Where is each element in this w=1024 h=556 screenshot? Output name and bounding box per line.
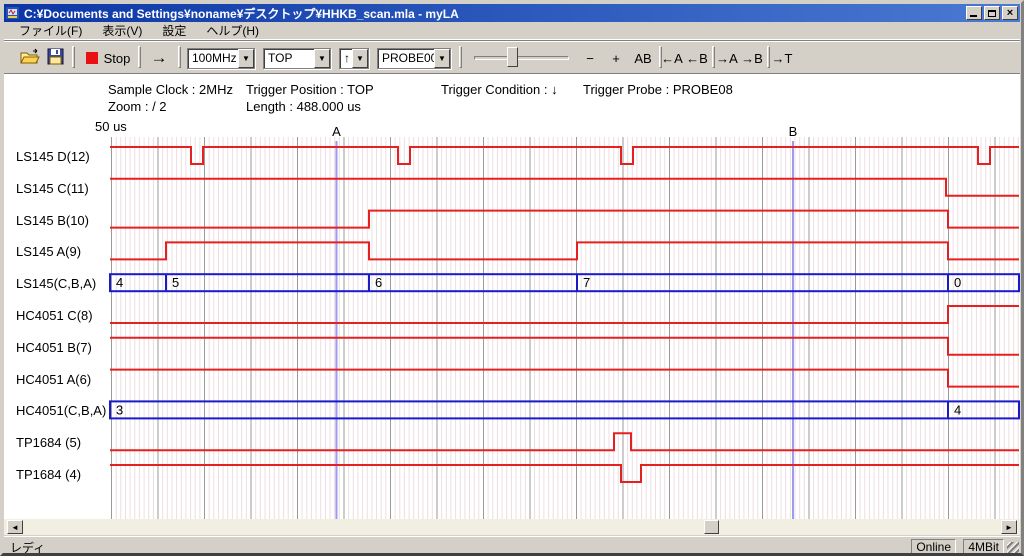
trigger-probe-select[interactable]: PROBE00▼ [377,48,451,69]
trigger-probe-select-value: PROBE00 [378,49,434,68]
sample-clock-select[interactable]: 100MHz▼ [187,48,255,69]
window-title: C:¥Documents and Settings¥noname¥デスクトップ¥… [24,5,964,22]
zoom-out-button[interactable]: − [578,47,602,69]
channel-label[interactable]: TP1684 (4) [16,467,81,482]
maximize-button[interactable] [984,6,1000,20]
channel-label[interactable]: TP1684 (5) [16,435,81,450]
resize-grip[interactable] [1007,542,1019,554]
time-scale-label: 50 us [95,119,127,134]
stop-button[interactable]: Stop [82,47,134,69]
status-online-badge: Online [911,539,956,554]
channel-label[interactable]: HC4051 B(7) [16,340,92,355]
goto-a-button[interactable]: →A [715,47,739,69]
trigger-position-select-value: TOP [264,49,314,68]
horizontal-scrollbar[interactable]: ◄ ► [4,519,1020,535]
minimize-button[interactable] [966,6,982,20]
app-window: C:¥Documents and Settings¥noname¥デスクトップ¥… [0,0,1024,556]
status-message: レディ [10,539,45,556]
close-icon: × [1007,8,1013,18]
bus-value: 0 [954,275,961,290]
bus-value: 6 [375,275,382,290]
chevron-down-icon[interactable]: ▼ [352,49,368,68]
sample-clock-select-value: 100MHz [188,49,238,68]
trigger-edge-select[interactable]: ↑▼ [339,48,369,69]
channel-label[interactable]: HC4051 C(8) [16,308,93,323]
stop-icon [86,52,98,64]
marker-b-label: B [789,124,798,139]
bus-value: 3 [116,402,123,417]
run-button[interactable]: → [146,47,172,69]
trigger-position-select[interactable]: TOP▼ [263,48,331,69]
scroll-right-button[interactable]: ► [1001,520,1017,534]
info-field: Trigger Probe : PROBE08 [583,82,733,97]
info-field: Sample Clock : 2MHz [108,82,233,97]
stop-label: Stop [104,51,131,66]
status-memory-badge: 4MBit [963,539,1004,554]
menu-view[interactable]: 表示(V) [95,21,149,40]
channel-label[interactable]: LS145 D(12) [16,149,90,164]
scrollbar-thumb[interactable] [704,520,719,534]
channel-label[interactable]: HC4051(C,B,A) [16,403,106,418]
status-bar: レディ Online 4MBit [4,536,1020,555]
waveform-client-area: 4 5 6 7 0 3 4 A B Sample Clock : 2MHz Trigger Pos… [4,73,1020,519]
zoom-slider-track[interactable] [474,56,569,60]
save-file-icon[interactable] [46,48,66,66]
title-bar[interactable]: C:¥Documents and Settings¥noname¥デスクトップ¥… [4,4,1020,22]
info-field: Zoom : / 2 [108,99,167,114]
toolbar-grip [72,46,75,68]
info-field: Trigger Condition : ↓ [441,82,558,97]
chevron-down-icon[interactable]: ▼ [314,49,330,68]
open-file-icon[interactable] [20,48,40,66]
channel-label[interactable]: LS145(C,B,A) [16,276,96,291]
goto-trigger-button[interactable]: →T [770,47,794,69]
chevron-down-icon[interactable]: ▼ [238,49,254,68]
zoom-ab-button[interactable]: AB [630,47,656,69]
bus-value: 4 [116,275,123,290]
bus-value: 5 [172,275,179,290]
zoom-in-button[interactable]: + [604,47,628,69]
minimize-icon [970,15,977,17]
info-field: Trigger Position : TOP [246,82,374,97]
menu-settings[interactable]: 設定 [155,21,193,40]
maximize-icon [988,10,996,17]
channel-label[interactable]: HC4051 A(6) [16,372,91,387]
toolbar: Stop → 100MHz▼TOP▼↑▼PROBE00▼−+AB←A←B→A→B… [4,40,1020,73]
goto-b-button[interactable]: →B [740,47,764,69]
bus-value: 4 [954,402,961,417]
zoom-slider-handle[interactable] [507,47,518,67]
app-icon [6,6,20,20]
menu-help[interactable]: ヘルプ(H) [199,21,266,40]
toolbar-grip [178,46,181,68]
toolbar-grip [138,46,141,68]
waveform-canvas[interactable]: 4 5 6 7 0 3 4 A B [4,74,1024,520]
bus-value: 7 [583,275,590,290]
channel-label[interactable]: LS145 B(10) [16,213,89,228]
info-field: Length : 488.000 us [246,99,361,114]
chevron-down-icon[interactable]: ▼ [434,49,450,68]
marker-a-label: A [332,124,341,139]
menu-bar: ファイル(F) 表示(V) 設定ヘルプ(H) [4,22,1020,40]
scroll-left-button[interactable]: ◄ [7,520,23,534]
menu-file[interactable]: ファイル(F) [12,21,89,40]
close-button[interactable]: × [1002,6,1018,20]
channel-label[interactable]: LS145 A(9) [16,244,81,259]
channel-label[interactable]: LS145 C(11) [16,181,89,196]
move-a-left-button[interactable]: ←A [660,47,684,69]
toolbar-grip [459,46,462,68]
trigger-edge-select-value: ↑ [340,49,352,68]
move-b-left-button[interactable]: ←B [685,47,709,69]
